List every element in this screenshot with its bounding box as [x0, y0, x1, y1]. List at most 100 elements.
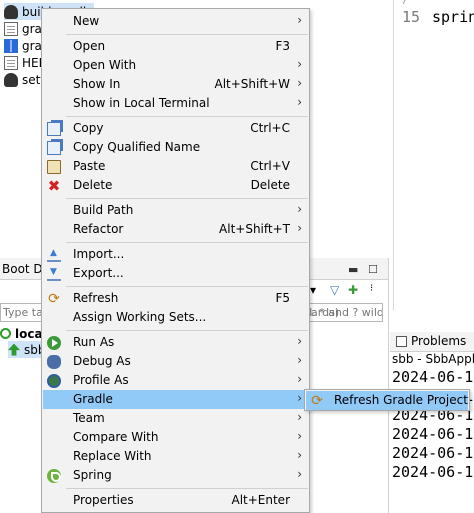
menu-item-accelerator: Alt+Enter	[231, 493, 290, 507]
code-editor[interactable]: / 15 spring	[393, 0, 474, 310]
console-output[interactable]: 2024-06-1 2024-06-1 2024-06-1 2024-06-1 …	[392, 368, 474, 482]
file-icon	[4, 21, 18, 36]
menu-item-refactor[interactable]: Refactor Alt+Shift+T ›	[43, 220, 308, 239]
context-menu: New › Open F3 Open With › Show In Alt+Sh…	[41, 8, 310, 513]
menu-item-team[interactable]: Team ›	[43, 409, 308, 428]
console-title: sbb - SbbApplication	[392, 352, 474, 368]
menu-item-label: Copy Qualified Name	[73, 140, 201, 154]
export-icon	[47, 267, 61, 281]
more-icon[interactable]: ⁝	[370, 283, 373, 294]
console-line: 2024-06-1	[392, 463, 474, 481]
menu-item-label: Open	[73, 39, 106, 53]
menu-item-label: Spring	[73, 468, 112, 482]
menu-item-label: Run As	[73, 335, 115, 349]
menu-item-assign-working-sets[interactable]: Assign Working Sets...	[43, 308, 308, 327]
menu-item-label: Open With	[73, 58, 137, 72]
menu-item-profile-as[interactable]: Profile As ›	[43, 371, 308, 390]
menu-item-label: Import...	[73, 247, 125, 261]
filter-icon[interactable]: ▽	[330, 283, 339, 297]
menu-item-accelerator: Ctrl+V	[250, 159, 290, 173]
previous-line-fragment: /	[402, 0, 410, 7]
windows-file-icon	[4, 38, 18, 53]
console-line: 2024-06-1	[392, 425, 474, 443]
chevron-right-icon: ›	[297, 353, 302, 367]
tab-problems[interactable]: Problems	[396, 334, 466, 348]
tab-label: Boot Dashboard	[2, 262, 42, 276]
menu-item-replace-with[interactable]: Replace With ›	[43, 447, 308, 466]
panel-divider	[388, 258, 389, 513]
gradle-elephant-icon	[4, 4, 18, 19]
import-icon	[47, 248, 61, 262]
paste-icon	[47, 160, 61, 174]
menu-item-refresh-gradle-project[interactable]: ⟳ Refresh Gradle Project	[306, 391, 468, 410]
chevron-right-icon: ›	[297, 429, 302, 443]
menu-item-label: Build Path	[73, 203, 134, 217]
menu-item-debug-as[interactable]: Debug As ›	[43, 352, 308, 371]
problems-icon	[396, 335, 407, 347]
copy-icon	[47, 122, 61, 136]
menu-item-spring[interactable]: Spring ›	[43, 466, 308, 485]
search-placeholder-tail: cards)	[305, 306, 340, 319]
tree-item-local[interactable]: local	[0, 325, 47, 342]
menu-item-open[interactable]: Open F3	[43, 37, 308, 56]
menu-item-label: Profile As	[73, 373, 129, 387]
menu-item-accelerator: F3	[275, 39, 290, 53]
line-number: 15	[402, 8, 421, 26]
tab-boot-dashboard[interactable]: Boot Dashboard	[0, 258, 42, 280]
console-line: 2024-06-1	[392, 368, 474, 386]
menu-item-gradle[interactable]: Gradle ›	[43, 390, 308, 409]
refresh-icon: ⟳	[48, 291, 60, 307]
menu-item-accelerator: F5	[275, 291, 290, 305]
console-line: 2024-06-1	[392, 444, 474, 462]
chevron-right-icon: ›	[297, 448, 302, 462]
menu-item-build-path[interactable]: Build Path ›	[43, 201, 308, 220]
menu-item-run-as[interactable]: Run As ›	[43, 333, 308, 352]
menu-separator	[66, 488, 308, 489]
menu-item-copy[interactable]: Copy Ctrl+C	[43, 119, 308, 138]
menu-item-show-in[interactable]: Show In Alt+Shift+W ›	[43, 75, 308, 94]
menu-item-compare-with[interactable]: Compare With ›	[43, 428, 308, 447]
menu-item-label: Copy	[73, 121, 104, 135]
menu-item-show-in-local-terminal[interactable]: Show in Local Terminal ›	[43, 94, 308, 113]
profile-icon	[47, 374, 61, 388]
menu-item-label: Debug As	[73, 354, 131, 368]
chevron-right-icon: ›	[297, 372, 302, 386]
maximize-icon[interactable]: ☐	[368, 263, 378, 276]
menu-item-label: Compare With	[73, 430, 159, 444]
menu-item-refresh[interactable]: ⟳ Refresh F5	[43, 289, 308, 308]
menu-item-label: Paste	[73, 159, 106, 173]
chevron-right-icon: ›	[297, 57, 302, 71]
menu-separator	[66, 286, 308, 287]
menu-item-paste[interactable]: Paste Ctrl+V	[43, 157, 308, 176]
menu-item-copy-qualified-name[interactable]: Copy Qualified Name	[43, 138, 308, 157]
menu-item-label: Show In	[73, 77, 121, 91]
tab-label: Problems	[411, 334, 467, 348]
chevron-right-icon: ›	[297, 391, 302, 405]
menu-item-label: Refresh	[73, 291, 119, 305]
chevron-down-icon[interactable]: ▾	[310, 283, 316, 297]
running-app-icon	[8, 343, 20, 356]
menu-item-new[interactable]: New ›	[43, 12, 308, 31]
menu-item-label: Gradle	[73, 392, 113, 406]
menu-item-import[interactable]: Import...	[43, 245, 308, 264]
minimize-icon[interactable]: ▬	[348, 263, 358, 276]
chevron-right-icon: ›	[297, 221, 302, 235]
menu-item-delete[interactable]: ✖ Delete Delete	[43, 176, 308, 195]
chevron-right-icon: ›	[297, 95, 302, 109]
debug-icon	[47, 355, 61, 369]
menu-item-label: Show in Local Terminal	[73, 96, 210, 110]
menu-separator	[66, 34, 308, 35]
chevron-right-icon: ›	[297, 202, 302, 216]
refresh-icon: ⟳	[311, 393, 323, 409]
menu-item-export[interactable]: Export...	[43, 264, 308, 283]
chevron-right-icon: ›	[297, 467, 302, 481]
menu-separator	[66, 242, 308, 243]
menu-item-label: Replace With	[73, 449, 152, 463]
console-tab-bar: Problems	[390, 332, 474, 352]
chevron-right-icon: ›	[297, 410, 302, 424]
menu-item-open-with[interactable]: Open With ›	[43, 56, 308, 75]
add-icon[interactable]: ✚	[348, 283, 358, 297]
dashboard-actions: ▾ ▽ ✚ ⁝	[308, 282, 388, 300]
menu-item-properties[interactable]: Properties Alt+Enter	[43, 491, 308, 510]
menu-item-accelerator: Alt+Shift+T	[219, 222, 290, 236]
